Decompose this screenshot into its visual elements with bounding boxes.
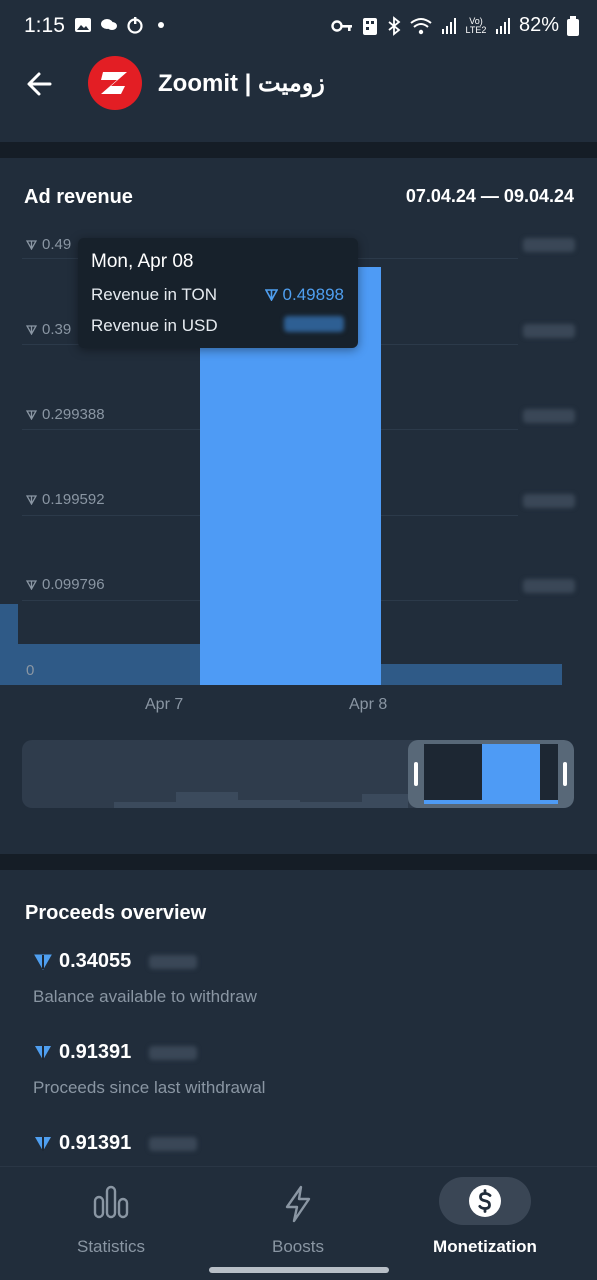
usd-value-blurred <box>149 954 198 969</box>
dollar-icon <box>469 1185 501 1217</box>
back-arrow-icon[interactable] <box>22 66 58 102</box>
tooltip-ton-label: Revenue in TON <box>91 285 217 304</box>
y-tick-label: 0.199592 <box>26 491 105 508</box>
y-tick-label: 0.49 <box>26 236 71 253</box>
bluetooth-icon <box>388 15 401 36</box>
dot-icon <box>158 22 164 28</box>
chart-tooltip: Mon, Apr 08 Revenue in TON 0.49898 Reven… <box>78 238 358 348</box>
y-tick-label: 0 <box>26 662 35 679</box>
ton-icon <box>26 494 37 505</box>
ton-icon <box>35 1136 51 1151</box>
status-left-icons <box>74 16 170 34</box>
channel-header: Zoomit | زومیت <box>0 56 597 142</box>
ton-icon <box>26 239 37 250</box>
y-tick-label: 0.299388 <box>26 406 105 423</box>
y-tick-usd-blurred <box>523 324 575 338</box>
nav-monetization-label: Monetization <box>433 1237 537 1256</box>
chart-bar-partial[interactable] <box>0 604 18 685</box>
signal-icon-2 <box>495 17 510 34</box>
balance-available-label: Balance available to withdraw <box>33 987 257 1006</box>
section-divider <box>0 142 597 158</box>
network-label: Vo) LTE2 <box>465 15 487 35</box>
range-mini-bar <box>424 800 482 804</box>
nav-boosts[interactable]: Boosts <box>223 1177 373 1257</box>
y-tick-usd-blurred <box>523 238 575 252</box>
status-time: 1:15 <box>24 14 65 37</box>
range-window-content <box>424 744 558 804</box>
balance-available-amount: 0.34055 <box>59 950 132 972</box>
y-tick-usd-blurred <box>523 409 575 423</box>
section-divider <box>0 854 597 870</box>
chart-range-selector[interactable] <box>22 740 574 808</box>
chart-bar-apr-7[interactable] <box>18 644 200 685</box>
x-tick-label: Apr 7 <box>145 696 184 713</box>
ton-icon <box>26 409 37 420</box>
ad-revenue-date-range[interactable]: 07.04.24 — 09.04.24 <box>406 186 574 207</box>
lightning-icon <box>285 1185 311 1223</box>
proceeds-item: 0.34055 Balance available to withdraw <box>33 950 257 1007</box>
bottom-navigation: Statistics Boosts Monetization <box>0 1166 597 1280</box>
key-icon <box>331 19 352 32</box>
ton-icon <box>35 1045 51 1060</box>
bar-chart-icon <box>93 1185 129 1219</box>
nav-boosts-label: Boosts <box>272 1237 324 1256</box>
channel-title: Zoomit | زومیت <box>158 70 325 97</box>
proceeds-since-withdrawal-amount: 0.91391 <box>59 1041 132 1063</box>
range-window[interactable] <box>408 740 574 808</box>
proceeds-item: 0.91391 Proceeds since last withdrawal <box>33 1041 265 1098</box>
power-icon <box>127 17 143 34</box>
battery-percent: 82% <box>518 14 559 36</box>
proceeds-overview-card: Proceeds overview 0.34055 Balance availa… <box>0 870 597 1166</box>
tooltip-ton-value: 0.49898 <box>264 285 344 305</box>
usd-value-blurred <box>149 1045 198 1060</box>
chart-bar-apr-9[interactable] <box>381 664 562 685</box>
proceeds-title: Proceeds overview <box>25 902 207 924</box>
gallery-icon <box>75 18 91 32</box>
signal-icon <box>441 17 456 34</box>
chat-icon <box>101 19 117 30</box>
usd-value-blurred <box>149 1136 198 1151</box>
range-mini-bar <box>540 800 558 804</box>
y-tick-label: 0.39 <box>26 321 71 338</box>
tooltip-date: Mon, Apr 08 <box>91 251 194 272</box>
range-handle-right[interactable] <box>563 762 567 786</box>
proceeds-item: 0.91391 <box>33 1132 198 1155</box>
building-icon <box>362 17 377 35</box>
y-tick-usd-blurred <box>523 494 575 508</box>
nav-statistics[interactable]: Statistics <box>36 1177 186 1257</box>
y-tick-label: 0.099796 <box>26 576 105 593</box>
total-proceeds-amount: 0.91391 <box>59 1132 132 1154</box>
ton-icon <box>264 289 278 301</box>
battery-icon <box>567 15 579 36</box>
channel-avatar[interactable] <box>88 56 142 110</box>
nav-statistics-label: Statistics <box>76 1237 146 1256</box>
wifi-icon <box>410 17 432 34</box>
status-bar: 1:15 Vo) LTE2 82% <box>0 0 597 56</box>
ton-icon <box>26 324 37 335</box>
range-mini-bar-highlight <box>482 744 540 804</box>
ad-revenue-card: Ad revenue 07.04.24 — 09.04.24 0.49 0.39… <box>0 158 597 854</box>
status-right: Vo) LTE2 82% <box>331 14 579 37</box>
tooltip-usd-label: Revenue in USD <box>91 316 218 335</box>
ad-revenue-title: Ad revenue <box>24 186 133 208</box>
range-handle-left[interactable] <box>414 762 418 786</box>
home-indicator[interactable] <box>209 1267 389 1273</box>
ton-icon <box>26 579 37 590</box>
zoomit-logo-icon <box>101 72 127 94</box>
proceeds-since-withdrawal-label: Proceeds since last withdrawal <box>33 1078 266 1097</box>
tooltip-usd-value-blurred <box>284 316 344 332</box>
ton-icon <box>34 954 52 970</box>
nav-monetization[interactable]: Monetization <box>410 1177 560 1257</box>
y-tick-usd-blurred <box>523 579 575 593</box>
x-tick-label: Apr 8 <box>349 696 388 713</box>
